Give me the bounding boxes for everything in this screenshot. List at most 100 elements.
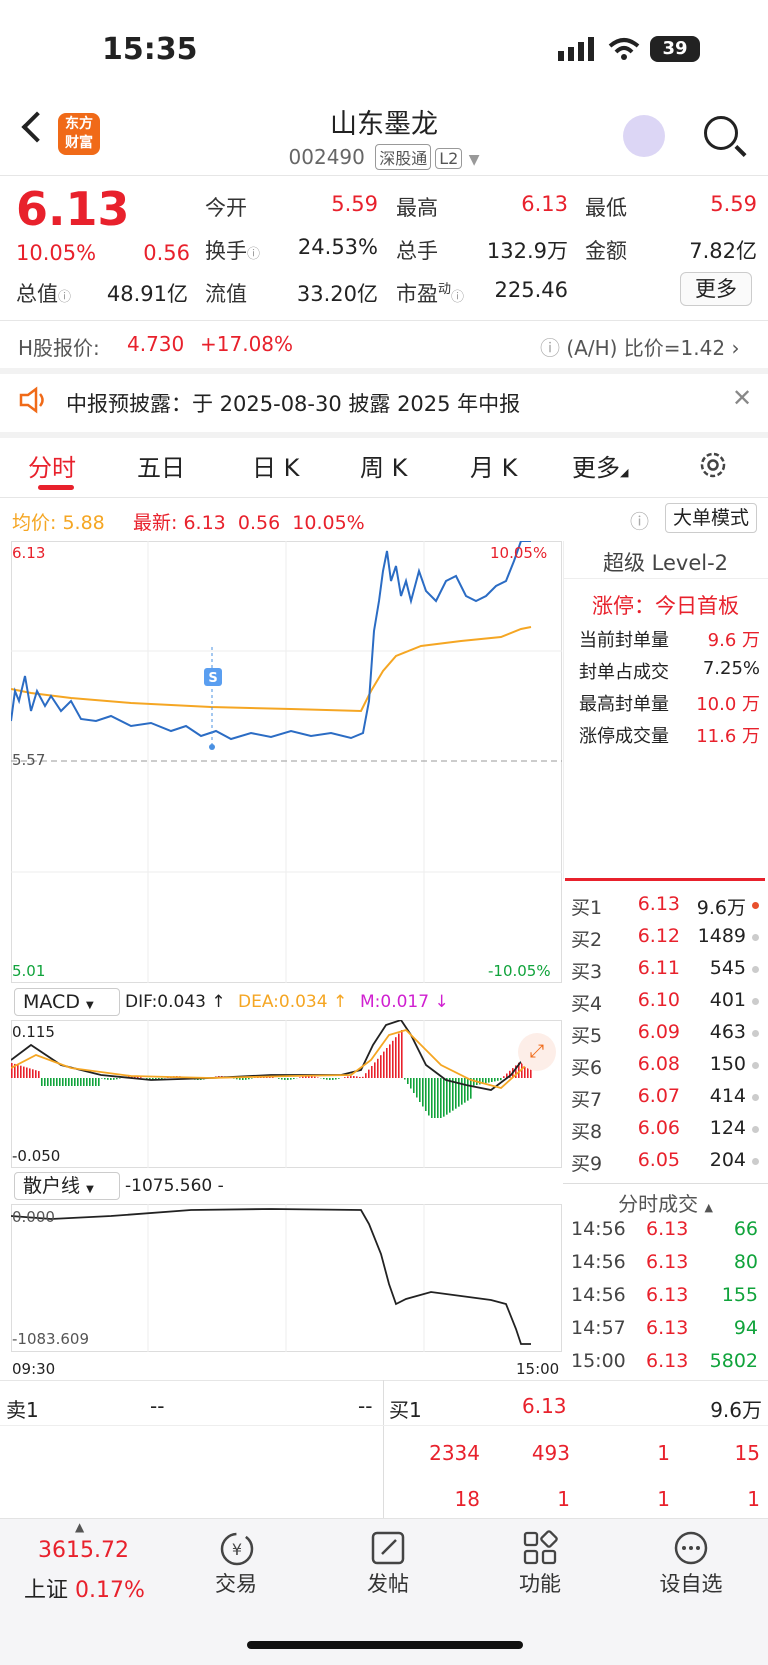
settings-icon[interactable] bbox=[698, 450, 728, 484]
macd-bar bbox=[431, 1078, 433, 1118]
macd-ymax: 0.115 bbox=[12, 1023, 55, 1041]
queue-cell: 1 bbox=[657, 1441, 670, 1465]
retail-selector[interactable]: 散户线 ▼ bbox=[14, 1172, 120, 1200]
macd-bar bbox=[503, 1076, 505, 1078]
macd-bar bbox=[47, 1078, 49, 1086]
time-start: 09:30 bbox=[12, 1360, 56, 1378]
macd-bar bbox=[245, 1078, 247, 1080]
index-info[interactable]: 上证 0.17% bbox=[24, 1572, 145, 1604]
level2-row-label: 涨停成交量 bbox=[579, 726, 669, 747]
level2-title[interactable]: 超级 Level-2 bbox=[563, 547, 768, 577]
macd-bar bbox=[329, 1078, 331, 1080]
orderbook-price[interactable]: 6.08 bbox=[630, 1053, 680, 1075]
orderbook-price[interactable]: 6.13 bbox=[630, 893, 680, 915]
trade-icon[interactable]: ¥ bbox=[218, 1530, 256, 1572]
close-icon[interactable]: ✕ bbox=[732, 384, 752, 412]
tab-weekly[interactable]: 周 K bbox=[360, 448, 407, 483]
orderbook-price[interactable]: 6.09 bbox=[630, 1021, 680, 1043]
ah-ratio[interactable]: ⓘ (A/H) 比价=1.42 › bbox=[540, 332, 739, 361]
orderbook-price[interactable]: 6.05 bbox=[630, 1149, 680, 1171]
trade-volume: 155 bbox=[721, 1284, 758, 1306]
orderbook-volume: 9.6万 bbox=[696, 897, 746, 919]
trade-time: 14:56 bbox=[571, 1251, 626, 1273]
help-icon[interactable]: ⓘ bbox=[630, 507, 649, 534]
nav-trade[interactable]: 交易 bbox=[181, 1568, 291, 1598]
signal-icon bbox=[558, 37, 594, 61]
macd-bar bbox=[23, 1066, 25, 1078]
macd-dea: DEA:0.034 ↑ bbox=[238, 992, 348, 1012]
hshare-label: H股报价: bbox=[18, 336, 100, 360]
more-button[interactable]: 更多 bbox=[680, 272, 752, 306]
avg-price: 均价: 5.88 bbox=[12, 512, 105, 534]
assistant-avatar-icon[interactable] bbox=[623, 115, 665, 157]
queue-sell-price: -- bbox=[150, 1394, 165, 1418]
macd-bar bbox=[74, 1078, 76, 1086]
orderbook-price[interactable]: 6.06 bbox=[630, 1117, 680, 1139]
macd-bar bbox=[35, 1070, 37, 1078]
macd-bar bbox=[68, 1078, 70, 1086]
orderbook-price[interactable]: 6.10 bbox=[630, 989, 680, 1011]
macd-bar bbox=[398, 1033, 400, 1078]
macd-selector[interactable]: MACD ▼ bbox=[14, 988, 120, 1016]
macd-bar bbox=[377, 1058, 379, 1078]
level2-row-value: 9.6 万 bbox=[707, 630, 760, 651]
function-icon[interactable] bbox=[522, 1530, 558, 1570]
index-value[interactable]: 3615.72 bbox=[38, 1538, 129, 1563]
expand-icon[interactable]: ⤢ bbox=[518, 1033, 556, 1071]
trade-volume: 80 bbox=[733, 1251, 758, 1273]
nav-watchlist[interactable]: 设自选 bbox=[636, 1568, 746, 1598]
trade-time: 15:00 bbox=[571, 1350, 626, 1372]
orderbook-price[interactable]: 6.12 bbox=[630, 925, 680, 947]
float-value: 33.20亿 bbox=[296, 282, 378, 306]
trade-price: 6.13 bbox=[646, 1251, 689, 1273]
tab-monthly[interactable]: 月 K bbox=[470, 448, 517, 483]
trades-title[interactable]: 分时成交 ▲ bbox=[563, 1188, 768, 1217]
macd-bar bbox=[440, 1078, 442, 1118]
notice-text[interactable]: 中报预披露：于 2025-08-30 披露 2025 年中报 bbox=[66, 388, 520, 418]
trade-time: 14:56 bbox=[571, 1284, 626, 1306]
macd-bar bbox=[446, 1078, 448, 1115]
tab-underline bbox=[38, 485, 74, 490]
axis-mid-price: 5.57 bbox=[12, 751, 46, 769]
home-indicator[interactable] bbox=[247, 1641, 523, 1649]
chevron-down-icon[interactable]: ▼ bbox=[469, 152, 480, 168]
turnover-value: 24.53% bbox=[297, 235, 378, 259]
tab-daily[interactable]: 日 K bbox=[252, 448, 299, 483]
high-value: 6.13 bbox=[521, 192, 568, 216]
macd-bar bbox=[113, 1078, 115, 1080]
orderbook-volume: 463 bbox=[709, 1021, 746, 1043]
nav-post[interactable]: 发帖 bbox=[333, 1568, 443, 1598]
orderbook-price[interactable]: 6.07 bbox=[630, 1085, 680, 1107]
macd-bar bbox=[362, 1076, 364, 1078]
macd-bar bbox=[344, 1077, 346, 1078]
level2-row-label: 最高封单量 bbox=[579, 694, 669, 715]
orderbook-dot bbox=[752, 1158, 759, 1165]
tab-more[interactable]: 更多◢ bbox=[572, 448, 628, 483]
post-icon[interactable] bbox=[370, 1530, 406, 1570]
macd-bar bbox=[425, 1078, 427, 1111]
orderbook-dot bbox=[752, 1126, 759, 1133]
queue-buy-price: 6.13 bbox=[522, 1394, 567, 1418]
macd-bar bbox=[428, 1078, 430, 1116]
nav-function[interactable]: 功能 bbox=[485, 1568, 595, 1598]
big-order-mode-button[interactable]: 大单模式 bbox=[665, 503, 757, 533]
tab-5day[interactable]: 五日 bbox=[137, 448, 185, 483]
tab-intraday[interactable]: 分时 bbox=[28, 448, 76, 483]
queue-cell: 18 bbox=[454, 1487, 480, 1511]
intraday-chart[interactable]: S bbox=[11, 541, 562, 983]
turnover-label: 换手ⓘ bbox=[205, 239, 261, 263]
macd-bar bbox=[422, 1078, 424, 1107]
retail-ymin: -1083.609 bbox=[12, 1330, 89, 1348]
orderbook-price[interactable]: 6.11 bbox=[630, 957, 680, 979]
macd-bar bbox=[116, 1078, 118, 1080]
trade-volume: 5802 bbox=[709, 1350, 758, 1372]
orderbook-label: 买7 bbox=[571, 1089, 603, 1111]
orderbook-label: 买8 bbox=[571, 1121, 603, 1143]
macd-bar bbox=[290, 1078, 292, 1080]
search-icon[interactable] bbox=[704, 116, 738, 150]
macd-bar bbox=[413, 1078, 415, 1093]
macd-bar bbox=[464, 1078, 466, 1103]
retail-line bbox=[11, 1208, 531, 1345]
add-watchlist-icon[interactable] bbox=[673, 1530, 709, 1570]
macd-bar bbox=[449, 1078, 451, 1113]
